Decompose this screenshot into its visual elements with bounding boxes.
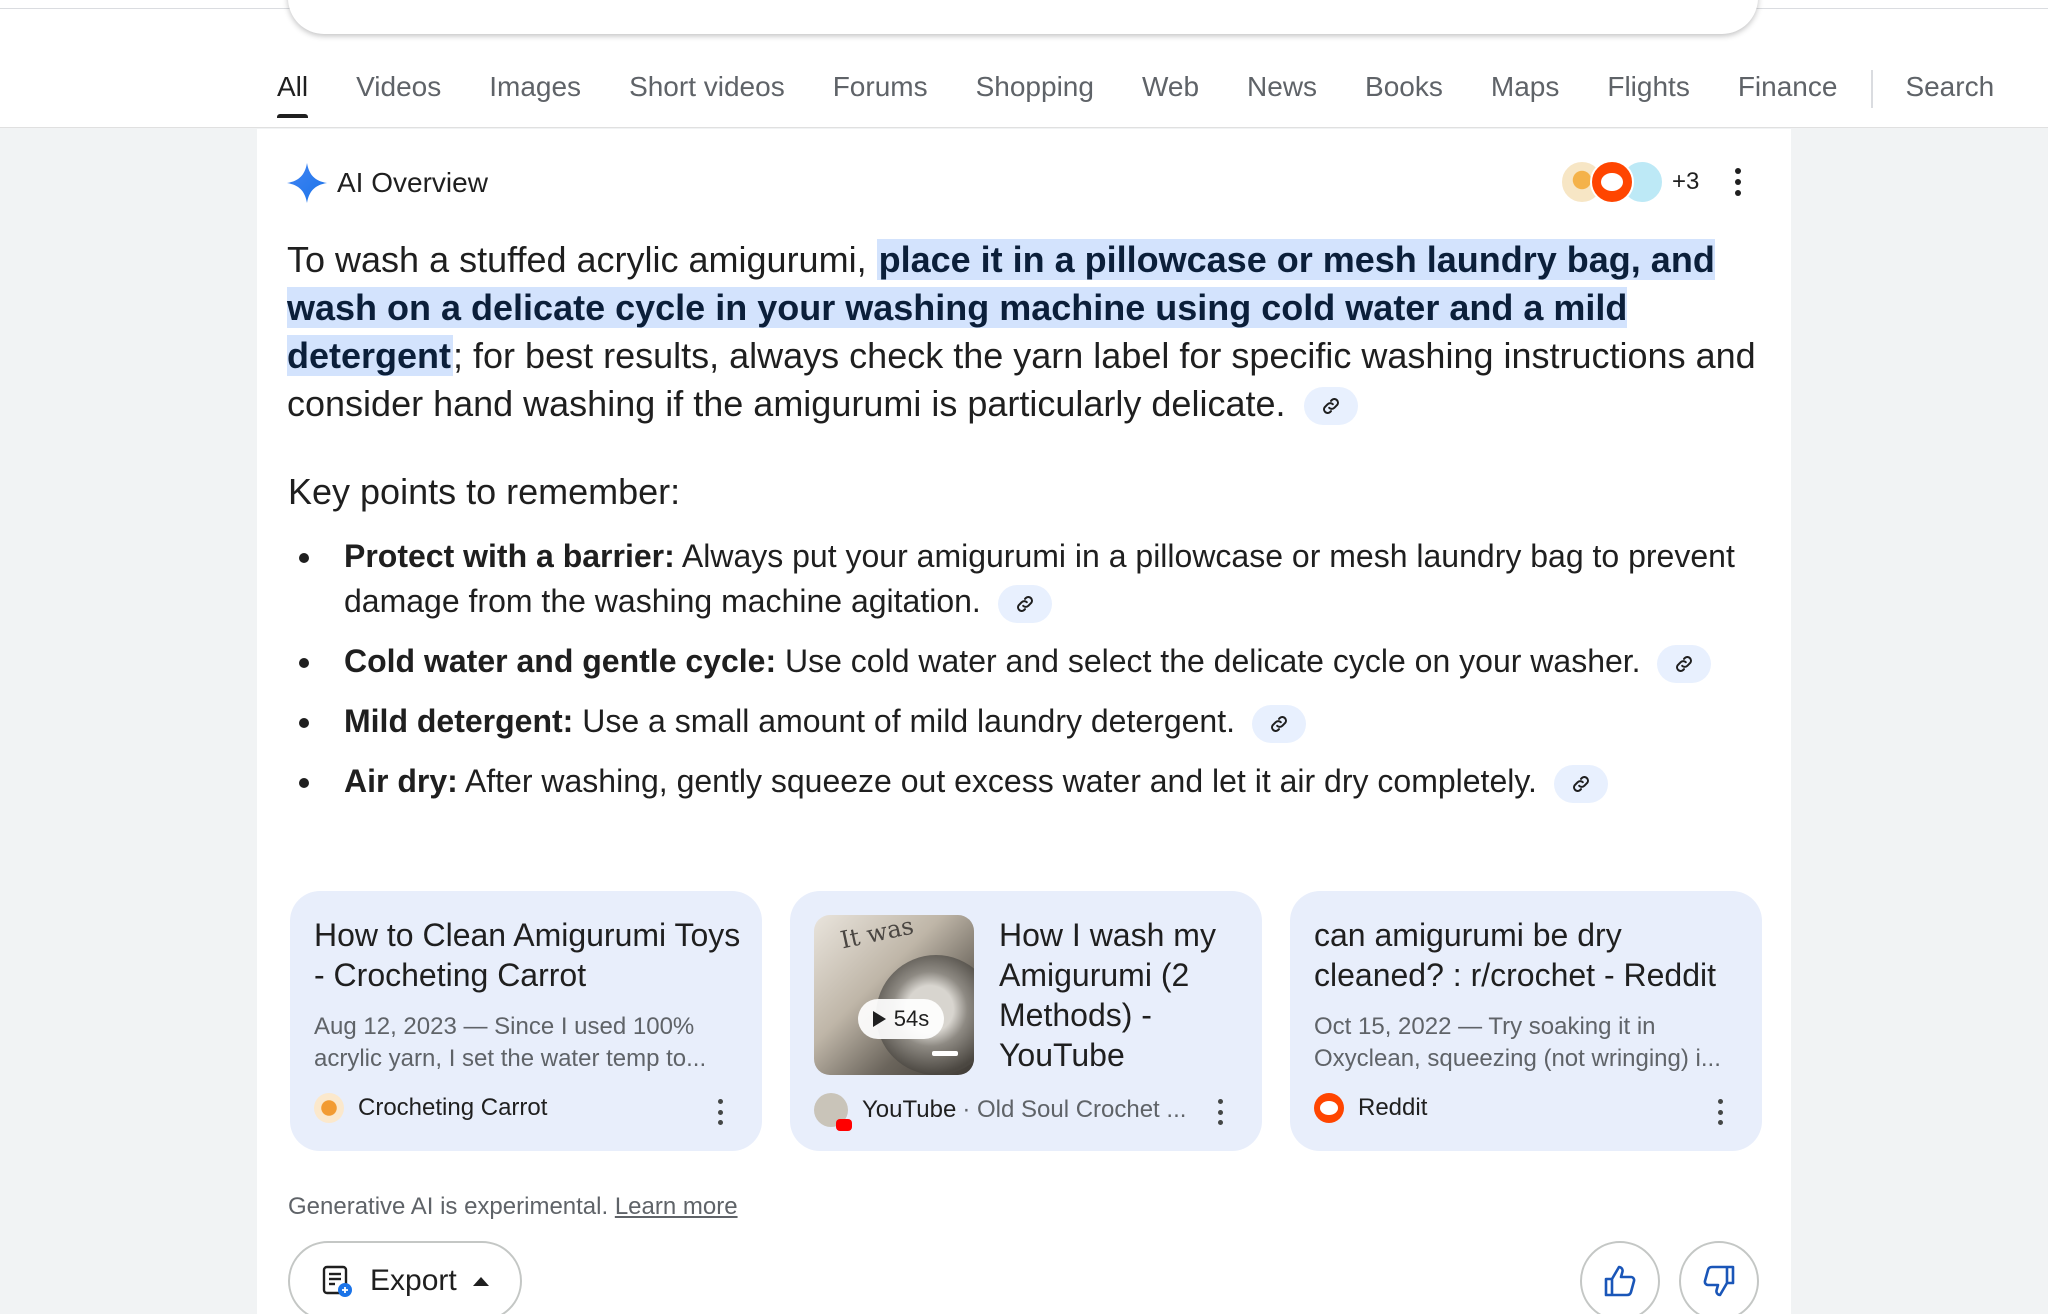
key-points-heading: Key points to remember: [288, 471, 681, 512]
source-footer: Reddit [1314, 1093, 1427, 1123]
tab-news[interactable]: News [1247, 62, 1317, 118]
link-icon [1270, 715, 1287, 732]
video-duration-badge: 54s [858, 999, 944, 1039]
source-site: YouTube [862, 1096, 957, 1123]
ai-summary: To wash a stuffed acrylic amigurumi, pla… [287, 236, 1767, 428]
link-icon [1676, 655, 1693, 672]
more-vert-icon[interactable] [1723, 167, 1753, 197]
carrot-favicon-icon [314, 1093, 344, 1123]
tab-finance[interactable]: Finance [1738, 62, 1838, 118]
tab-books[interactable]: Books [1365, 62, 1443, 118]
reddit-favicon-icon [1314, 1093, 1344, 1123]
more-vert-icon[interactable] [1710, 1099, 1730, 1125]
thumbs-up-button[interactable] [1580, 1241, 1660, 1314]
source-snippet: Oct 15, 2022 — Try soaking it in Oxyclea… [1314, 1013, 1721, 1072]
list-item: Air dry: After washing, gently squeeze o… [287, 759, 1767, 804]
disclaimer-text: Generative AI is experimental. [288, 1193, 609, 1220]
more-sources-count: +3 [1672, 168, 1700, 195]
video-progress-bar [932, 1051, 958, 1056]
point-text: After washing, gently squeeze out excess… [457, 763, 1537, 799]
source-site: Crocheting Carrot [358, 1094, 548, 1121]
ai-overview-card: AI Overview +3 To wash a stuffed acrylic… [257, 129, 1791, 1314]
export-button[interactable]: Export [288, 1241, 522, 1314]
source-avatars[interactable]: +3 [1560, 160, 1699, 204]
tab-web[interactable]: Web [1142, 62, 1199, 118]
source-card-youtube[interactable]: It was 54s How I wash my Amigurumi (2 Me… [790, 891, 1262, 1151]
thumbs-up-icon [1604, 1265, 1636, 1297]
point-title: Protect with a barrier: [344, 538, 675, 574]
thumbs-down-button[interactable] [1679, 1241, 1759, 1314]
tab-videos[interactable]: Videos [356, 62, 441, 118]
summary-intro: To wash a stuffed acrylic amigurumi, [287, 239, 877, 280]
citation-link-button[interactable] [1251, 704, 1306, 743]
citation-link-button[interactable] [997, 584, 1052, 623]
source-card-crocheting-carrot[interactable]: How to Clean Amigurumi Toys - Crocheting… [290, 891, 762, 1151]
tab-all[interactable]: All [277, 62, 309, 118]
source-title: How to Clean Amigurumi Toys - Crocheting… [314, 917, 741, 993]
export-icon [322, 1265, 352, 1297]
point-text: Use a small amount of mild laundry deter… [573, 703, 1235, 739]
summary-rest: ; for best results, always check the yar… [287, 335, 1756, 424]
tab-maps[interactable]: Maps [1491, 62, 1559, 118]
video-duration: 54s [893, 1006, 930, 1031]
link-icon [1016, 595, 1033, 612]
video-thumbnail[interactable]: It was 54s [814, 915, 974, 1075]
source-footer: YouTube · Old Soul Crochet ... [814, 1093, 1187, 1131]
citation-link-button[interactable] [1553, 764, 1608, 803]
more-vert-icon[interactable] [1210, 1099, 1230, 1125]
tab-short-videos[interactable]: Short videos [629, 62, 785, 118]
link-icon [1322, 398, 1339, 415]
point-title: Mild detergent: [344, 703, 574, 739]
ai-overview-title: AI Overview [337, 167, 488, 198]
thumbnail-text: It was [837, 915, 917, 955]
thumbs-down-icon [1703, 1265, 1735, 1297]
export-label: Export [370, 1264, 457, 1297]
source-snippet: Aug 12, 2023 — Since I used 100% acrylic… [314, 1013, 707, 1072]
source-footer: Crocheting Carrot [314, 1093, 547, 1123]
youtube-channel-avatar-icon [814, 1093, 852, 1131]
tab-forums[interactable]: Forums [833, 62, 928, 118]
tab-images[interactable]: Images [489, 62, 581, 118]
tab-shopping[interactable]: Shopping [976, 62, 1094, 118]
citation-link-button[interactable] [1657, 644, 1712, 683]
caret-up-icon [472, 1276, 489, 1286]
tab-search-tools[interactable]: Search [1905, 62, 1994, 118]
search-box[interactable] [288, 0, 1758, 34]
ai-sparkle-icon [287, 163, 327, 203]
source-title: How I wash my Amigurumi (2 Methods) - Yo… [999, 917, 1216, 1073]
source-title: can amigurumi be dry cleaned? : r/croche… [1314, 917, 1716, 993]
search-tabs: All Videos Images Short videos Forums Sh… [277, 62, 2042, 126]
list-item: Mild detergent: Use a small amount of mi… [287, 699, 1767, 744]
search-header: All Videos Images Short videos Forums Sh… [0, 0, 2048, 128]
ai-overview-header: AI Overview [287, 163, 488, 203]
source-card-reddit[interactable]: can amigurumi be dry cleaned? : r/croche… [1290, 891, 1762, 1151]
list-item: Protect with a barrier: Always put your … [287, 534, 1767, 624]
link-icon [1572, 775, 1589, 792]
point-title: Air dry: [344, 763, 458, 799]
more-vert-icon[interactable] [710, 1099, 730, 1125]
play-icon [872, 1011, 886, 1027]
point-title: Cold water and gentle cycle: [344, 643, 777, 679]
point-text: Use cold water and select the delicate c… [776, 643, 1641, 679]
citation-link-button[interactable] [1303, 387, 1358, 426]
reddit-avatar [1590, 160, 1634, 204]
source-channel: · Old Soul Crochet ... [962, 1096, 1187, 1123]
list-item: Cold water and gentle cycle: Use cold wa… [287, 639, 1767, 684]
tabs-divider [1871, 70, 1874, 108]
key-points-list: Protect with a barrier: Always put your … [287, 534, 1767, 819]
tab-flights[interactable]: Flights [1607, 62, 1689, 118]
ai-disclaimer: Generative AI is experimental. Learn mor… [288, 1193, 738, 1221]
source-site: Reddit [1358, 1094, 1428, 1121]
learn-more-link[interactable]: Learn more [615, 1193, 738, 1220]
